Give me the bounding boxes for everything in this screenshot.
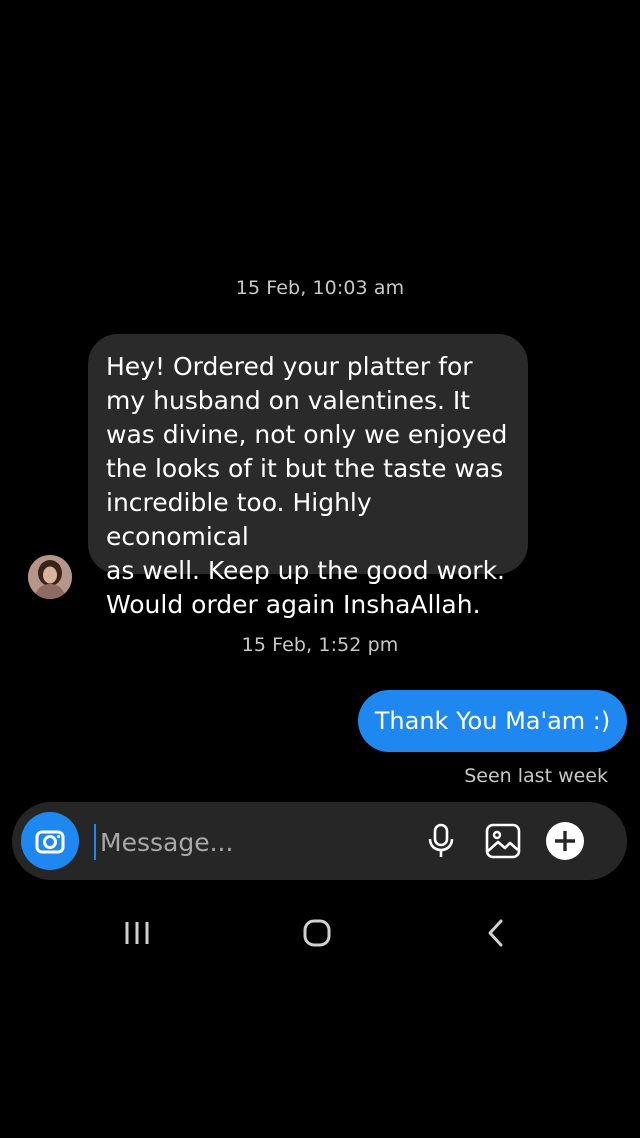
incoming-message-bubble[interactable]: Hey! Ordered your platter for my husband… bbox=[88, 334, 528, 619]
camera-button[interactable] bbox=[21, 812, 79, 870]
microphone-button[interactable] bbox=[421, 821, 461, 861]
timestamp: 15 Feb, 1:52 pm bbox=[241, 634, 399, 656]
gallery-icon bbox=[485, 823, 521, 859]
recent-apps-button[interactable] bbox=[107, 905, 167, 961]
add-button[interactable] bbox=[545, 821, 585, 861]
back-button[interactable] bbox=[466, 905, 526, 961]
gallery-button[interactable] bbox=[483, 821, 523, 861]
avatar-image bbox=[28, 555, 72, 599]
plus-icon bbox=[546, 822, 584, 860]
back-icon bbox=[488, 919, 503, 947]
camera-icon bbox=[35, 830, 65, 854]
outgoing-message-bubble[interactable]: Thank You Ma'am :) bbox=[358, 690, 627, 752]
home-button[interactable] bbox=[287, 905, 347, 961]
message-composer bbox=[12, 802, 627, 880]
recent-apps-icon bbox=[125, 922, 149, 944]
home-icon bbox=[303, 919, 331, 947]
system-navigation-bar bbox=[0, 905, 640, 961]
microphone-icon bbox=[428, 823, 454, 857]
seen-status: Seen last week bbox=[464, 765, 608, 787]
timestamp: 15 Feb, 10:03 am bbox=[235, 277, 405, 299]
sender-avatar[interactable] bbox=[28, 555, 72, 599]
message-input[interactable] bbox=[94, 824, 400, 860]
